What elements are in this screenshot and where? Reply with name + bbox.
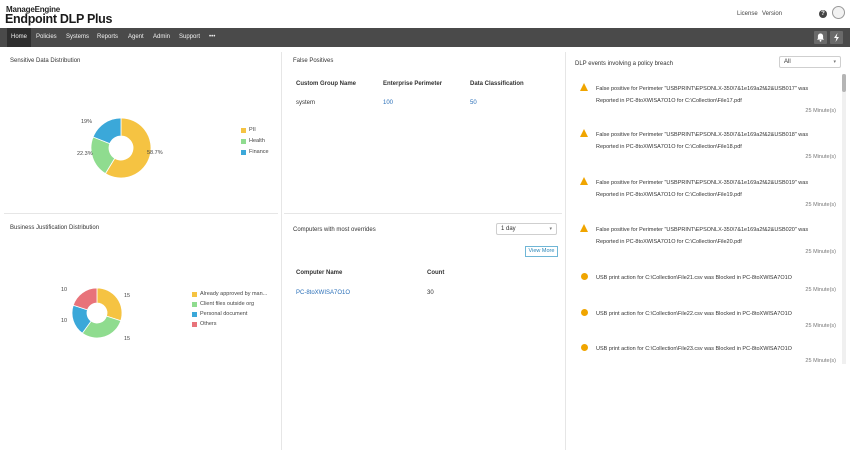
column-header: Count bbox=[427, 270, 445, 276]
view-more-button[interactable]: View More bbox=[525, 246, 558, 257]
nav-support[interactable]: Support bbox=[175, 28, 204, 47]
slice-label-finance: 19% bbox=[81, 119, 93, 125]
event-text: False positive for Perimeter "USBPRINT\E… bbox=[596, 132, 809, 150]
event-text: False positive for Perimeter "USBPRINT\E… bbox=[596, 180, 809, 198]
events-filter-select[interactable]: All ▾ bbox=[779, 56, 841, 68]
event-time: 25 Minute(s) bbox=[805, 202, 836, 208]
legend-swatch-finance bbox=[241, 150, 246, 155]
app-header: ManageEngine Endpoint DLP Plus License V… bbox=[0, 0, 850, 28]
event-time: 25 Minute(s) bbox=[805, 249, 836, 255]
nav-agent[interactable]: Agent bbox=[124, 28, 148, 47]
slice-label-others: 10 bbox=[61, 287, 68, 293]
legend-swatch-personal bbox=[192, 312, 197, 317]
column-header: Computer Name bbox=[296, 270, 343, 276]
alert-circle-icon bbox=[581, 273, 588, 280]
legend-health[interactable]: Health bbox=[249, 138, 265, 144]
sensitive-title: Sensitive Data Distribution bbox=[10, 58, 81, 64]
event-text: False positive for Perimeter "USBPRINT\E… bbox=[596, 227, 809, 245]
column-divider bbox=[565, 52, 566, 450]
nav-admin[interactable]: Admin bbox=[149, 28, 174, 47]
legend-client[interactable]: Client files outside org bbox=[200, 301, 254, 307]
cell-override-count: 30 bbox=[427, 290, 434, 296]
donut-slice-others[interactable] bbox=[72, 287, 98, 311]
business-donut-chart bbox=[71, 287, 123, 339]
nav-more[interactable]: ••• bbox=[205, 28, 219, 47]
business-title: Business Justification Distribution bbox=[10, 225, 100, 231]
period-select-value: 1 day bbox=[501, 226, 516, 232]
slice-label-personal: 10 bbox=[61, 318, 68, 324]
overrides-title: Computers with most overrides bbox=[293, 227, 376, 233]
events-scroll-thumb[interactable] bbox=[842, 74, 846, 92]
bell-icon[interactable] bbox=[814, 31, 827, 44]
user-avatar[interactable] bbox=[832, 6, 845, 19]
column-header: Enterprise Perimeter bbox=[383, 81, 443, 87]
legend-swatch-client bbox=[192, 302, 197, 307]
event-time: 25 Minute(s) bbox=[805, 287, 836, 293]
slice-label-client: 15 bbox=[124, 336, 131, 342]
cell-perimeter-count[interactable]: 100 bbox=[383, 100, 393, 106]
row-divider bbox=[284, 213, 562, 214]
warning-icon bbox=[580, 177, 588, 185]
chevron-down-icon: ▾ bbox=[549, 226, 552, 232]
event-text: False positive for Perimeter "USBPRINT\E… bbox=[596, 86, 809, 104]
legend-pii[interactable]: PII bbox=[249, 127, 256, 133]
cell-computer-name[interactable]: PC-8toXWISA7O1O bbox=[296, 290, 350, 296]
legend-swatch-pii bbox=[241, 128, 246, 133]
event-time: 25 Minute(s) bbox=[805, 358, 836, 364]
nav-policies[interactable]: Policies bbox=[32, 28, 61, 47]
sensitive-donut-chart bbox=[90, 117, 152, 179]
events-filter-value: All bbox=[784, 59, 791, 65]
event-text: USB print action for C:\Collection\File2… bbox=[596, 346, 792, 352]
chevron-down-icon: ▾ bbox=[833, 59, 836, 65]
legend-swatch-others bbox=[192, 322, 197, 327]
events-scrollbar[interactable] bbox=[842, 74, 846, 364]
column-divider bbox=[281, 52, 282, 450]
period-select[interactable]: 1 day ▾ bbox=[496, 223, 557, 235]
slice-label-approved: 15 bbox=[124, 293, 131, 299]
legend-others[interactable]: Others bbox=[200, 321, 217, 327]
column-header: Custom Group Name bbox=[296, 81, 357, 87]
slice-label-pii: 58.7% bbox=[147, 150, 163, 156]
legend-finance[interactable]: Finance bbox=[249, 149, 269, 155]
license-link[interactable]: License bbox=[737, 11, 758, 17]
nav-reports[interactable]: Reports bbox=[93, 28, 122, 47]
legend-personal[interactable]: Personal document bbox=[200, 311, 247, 317]
nav-home[interactable]: Home bbox=[7, 28, 32, 47]
row-divider bbox=[4, 213, 278, 214]
legend-swatch-health bbox=[241, 139, 246, 144]
warning-icon bbox=[580, 224, 588, 232]
cell-group-name: system bbox=[296, 100, 316, 106]
lightning-icon[interactable] bbox=[830, 31, 843, 44]
main-nav: Home Policies Systems Reports Agent Admi… bbox=[0, 28, 850, 47]
event-time: 25 Minute(s) bbox=[805, 323, 836, 329]
product-title: Endpoint DLP Plus bbox=[5, 12, 113, 26]
donut-slice-already-approved-by-man[interactable] bbox=[96, 287, 123, 322]
alert-circle-icon bbox=[581, 344, 588, 351]
event-text: USB print action for C:\Collection\File2… bbox=[596, 275, 792, 281]
warning-icon bbox=[580, 83, 588, 91]
cell-classification-count[interactable]: 50 bbox=[470, 100, 477, 106]
event-time: 25 Minute(s) bbox=[805, 154, 836, 160]
legend-swatch-approved bbox=[192, 292, 197, 297]
help-icon[interactable]: ? bbox=[819, 10, 827, 18]
nav-systems[interactable]: Systems bbox=[62, 28, 93, 47]
false-positives-title: False Positives bbox=[293, 58, 334, 64]
column-header: Data Classification bbox=[470, 81, 524, 87]
slice-label-health: 22.3% bbox=[77, 151, 93, 157]
event-text: USB print action for C:\Collection\File2… bbox=[596, 311, 792, 317]
version-link[interactable]: Version bbox=[762, 11, 782, 17]
events-title: DLP events involving a policy breach bbox=[575, 61, 673, 67]
warning-icon bbox=[580, 129, 588, 137]
event-time: 25 Minute(s) bbox=[805, 108, 836, 114]
legend-approved[interactable]: Already approved by man... bbox=[200, 291, 267, 297]
alert-circle-icon bbox=[581, 309, 588, 316]
